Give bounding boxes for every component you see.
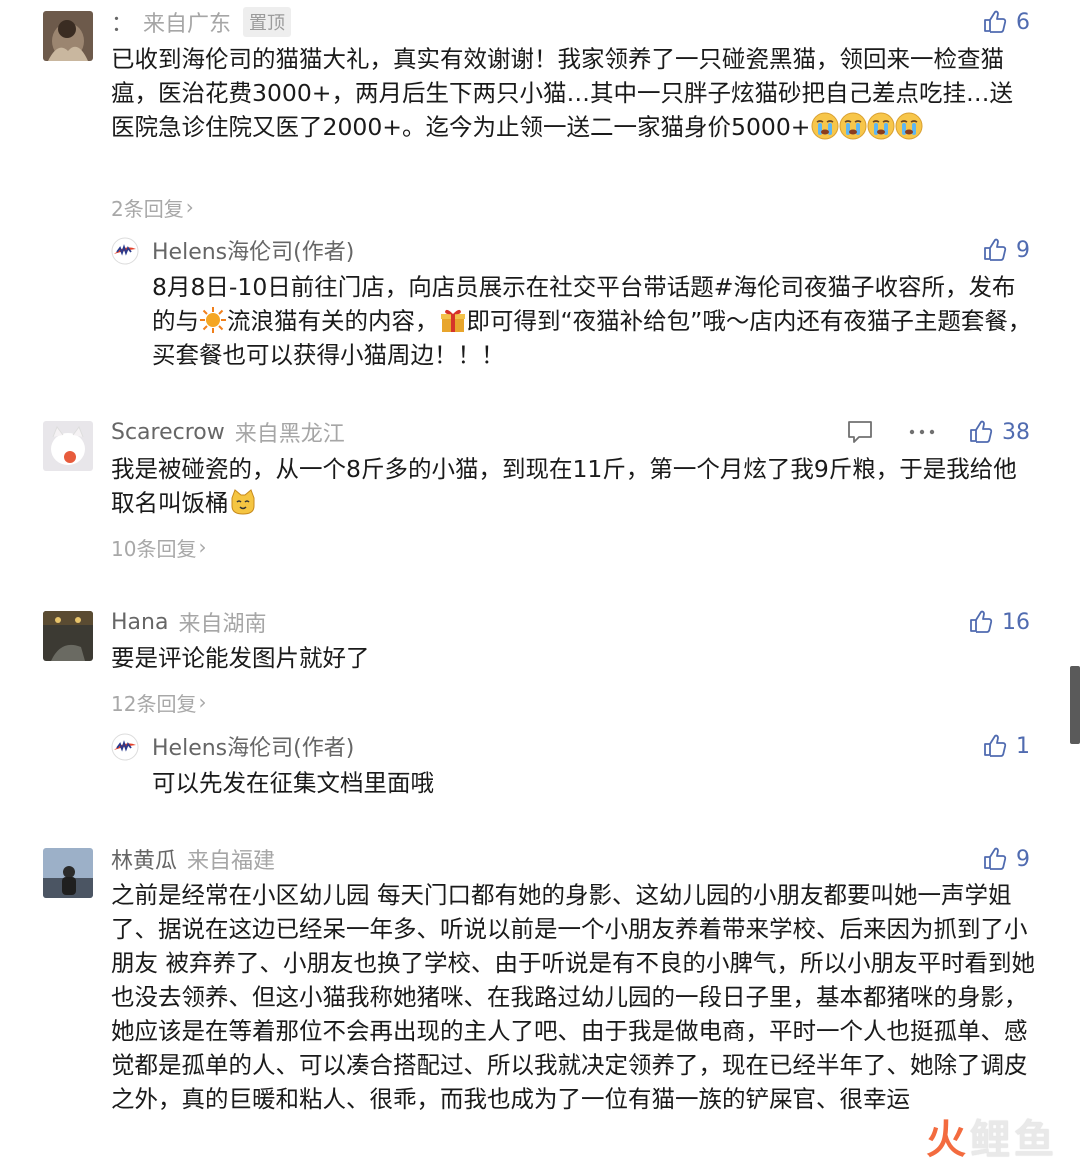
scrollbar-thumb[interactable] bbox=[1070, 666, 1080, 744]
comment-text: 我是被碰瓷的，从一个8斤多的小猫，到现在11斤，第一个月炫了我9斤粮，于是我给他… bbox=[111, 455, 1017, 517]
comment-text: 已收到海伦司的猫猫大礼，真实有效谢谢！我家领养了一只碰瓷黑猫，领回来一检查猫瘟，… bbox=[111, 45, 1013, 141]
like-button[interactable]: 6 bbox=[982, 5, 1030, 39]
like-button[interactable]: 1 bbox=[982, 729, 1030, 763]
username[interactable]: 林黄瓜 bbox=[111, 843, 177, 875]
like-button[interactable]: 9 bbox=[982, 233, 1030, 267]
username[interactable]: ： bbox=[111, 6, 133, 38]
crying-emoji bbox=[894, 112, 923, 140]
helens-logo-icon[interactable] bbox=[111, 733, 139, 761]
like-button[interactable]: 9 bbox=[982, 842, 1030, 876]
view-replies-link[interactable]: 12条回复 › bbox=[111, 687, 206, 717]
comment-meta: ： 来自广东 置顶 bbox=[111, 5, 292, 39]
comment-text: 要是评论能发图片就好了 bbox=[111, 644, 370, 672]
more-button[interactable] bbox=[908, 415, 936, 449]
crying-emoji bbox=[838, 112, 867, 140]
avatar[interactable] bbox=[43, 848, 93, 898]
avatar[interactable] bbox=[43, 611, 93, 661]
username[interactable]: Scarecrow bbox=[111, 420, 225, 445]
crying-emoji bbox=[866, 112, 895, 140]
reply-meta: Helens海伦司(作者) bbox=[152, 731, 354, 761]
thumbs-up-icon bbox=[970, 420, 993, 443]
comment-text: 之前是经常在小区幼儿园 每天门口都有她的身影、这幼儿园的小朋友都要叫她一声学姐了… bbox=[111, 881, 1035, 1113]
crying-emoji bbox=[810, 112, 839, 140]
helens-logo-icon[interactable] bbox=[111, 237, 139, 265]
view-replies-link[interactable]: 10条回复 › bbox=[111, 532, 206, 562]
thumbs-up-icon bbox=[984, 734, 1007, 757]
pinned-badge: 置顶 bbox=[243, 7, 292, 37]
location-label: 来自福建 bbox=[187, 849, 276, 874]
location-label: 来自湖南 bbox=[178, 612, 267, 637]
like-count: 1 bbox=[1016, 733, 1030, 759]
like-count: 6 bbox=[1016, 9, 1030, 35]
thumbs-up-icon bbox=[984, 238, 1007, 261]
location-label: 来自黑龙江 bbox=[234, 422, 345, 447]
thumbs-up-icon bbox=[984, 847, 1007, 870]
thumbs-up-icon bbox=[984, 10, 1007, 33]
view-replies-link[interactable]: 2条回复 › bbox=[111, 192, 194, 222]
reply-button[interactable] bbox=[846, 415, 874, 449]
comment-meta: 林黄瓜 来自福建 bbox=[111, 842, 275, 876]
like-count: 9 bbox=[1016, 237, 1030, 263]
username[interactable]: Helens海伦司(作者) bbox=[152, 234, 354, 266]
like-count: 9 bbox=[1016, 846, 1030, 872]
avatar[interactable] bbox=[43, 11, 93, 61]
chevron-right-icon: › bbox=[198, 535, 207, 559]
username[interactable]: Hana bbox=[111, 610, 168, 635]
thumbs-up-icon bbox=[970, 610, 993, 633]
like-button[interactable]: 16 bbox=[968, 605, 1030, 639]
chevron-right-icon: › bbox=[185, 195, 194, 219]
cat-emoji bbox=[231, 489, 254, 515]
comment-meta: Hana 来自湖南 bbox=[111, 605, 266, 639]
username[interactable]: Helens海伦司(作者) bbox=[152, 730, 354, 762]
gift-emoji bbox=[440, 309, 465, 332]
avatar[interactable] bbox=[43, 421, 93, 471]
more-icon bbox=[909, 429, 935, 435]
like-button[interactable]: 38 bbox=[968, 415, 1030, 449]
reply-text: 8月8日-10日前往门店，向店员展示在社交平台带话题#海伦司夜猫子收容所，发布的… bbox=[152, 273, 1032, 369]
reply-text: 可以先发在征集文档里面哦 bbox=[152, 769, 434, 797]
sun-emoji bbox=[200, 307, 226, 333]
comment-meta: Scarecrow 来自黑龙江 bbox=[111, 415, 345, 449]
like-count: 38 bbox=[1002, 419, 1030, 445]
watermark-logo: 火鲤鱼 bbox=[926, 1117, 1058, 1163]
comment-icon bbox=[848, 421, 872, 443]
like-count: 16 bbox=[1002, 609, 1030, 635]
location-label: 来自广东 bbox=[143, 12, 232, 37]
chevron-right-icon: › bbox=[198, 690, 207, 714]
reply-meta: Helens海伦司(作者) bbox=[152, 235, 354, 265]
